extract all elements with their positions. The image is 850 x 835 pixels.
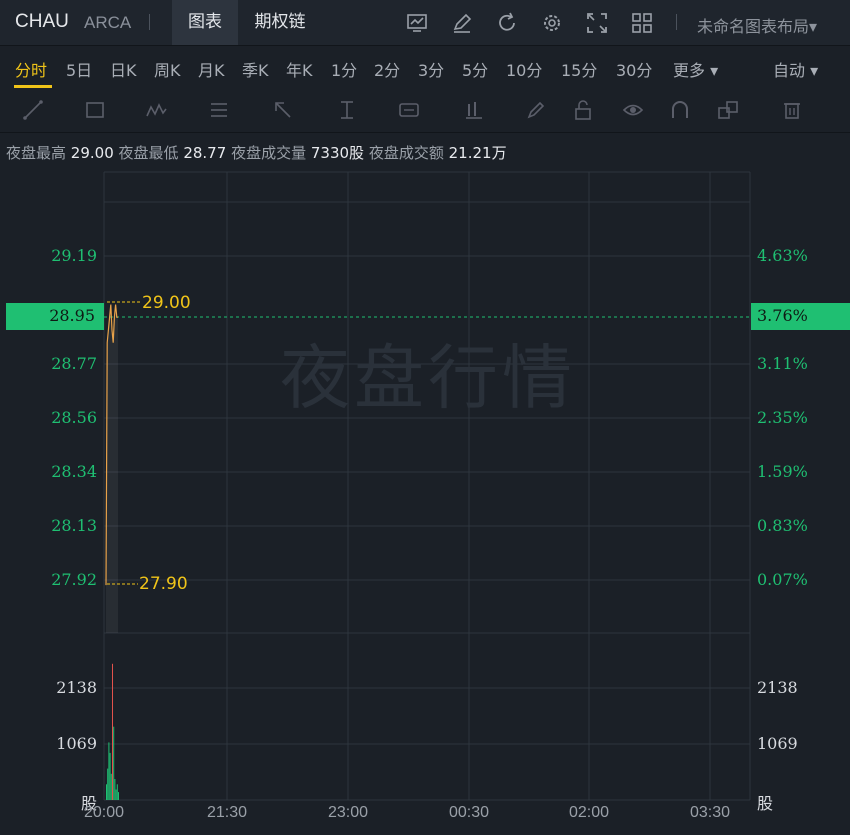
time-tick: 00:30 — [448, 804, 490, 821]
watermark: 夜盘行情 — [280, 337, 576, 419]
percent-tick: 1.59% — [757, 462, 808, 481]
price-tick: 28.77 — [51, 354, 97, 373]
volume-tick: 2138 — [56, 678, 97, 697]
current-price-value: 28.95 — [49, 306, 95, 325]
volume-tick: 2138 — [757, 678, 798, 697]
volume-tick: 1069 — [757, 734, 798, 753]
volume-bar — [116, 784, 118, 800]
volume-bar — [114, 779, 116, 800]
percent-tick: 0.07% — [757, 570, 808, 589]
volume-bar — [108, 742, 110, 800]
volume-unit: 股 — [80, 794, 97, 813]
price-tick: 27.92 — [51, 570, 97, 589]
volume-bar — [107, 768, 109, 800]
price-tick: 28.56 — [51, 408, 97, 427]
volume-bar — [110, 773, 112, 800]
volume-bar — [118, 792, 119, 800]
volume-bar — [115, 789, 117, 800]
volume-bar — [106, 784, 107, 800]
current-percent-badge: 3.76% — [751, 303, 850, 330]
volume-tick: 1069 — [56, 734, 97, 753]
low-marker-label: 27.90 — [139, 574, 188, 594]
percent-tick: 0.83% — [757, 516, 808, 535]
price-tick: 29.19 — [51, 246, 97, 265]
percent-tick: 2.35% — [757, 408, 808, 427]
price-tick: 28.13 — [51, 516, 97, 535]
volume-bar — [112, 663, 113, 800]
current-price-badge: 28.95 — [6, 303, 104, 330]
percent-tick: 3.11% — [757, 354, 808, 373]
volume-bar — [113, 726, 115, 800]
time-tick: 03:30 — [689, 804, 731, 821]
volume-series — [106, 663, 119, 800]
percent-tick: 4.63% — [757, 246, 808, 265]
current-percent-value: 3.76% — [757, 306, 808, 325]
time-tick: 21:30 — [206, 804, 248, 821]
price-tick: 28.34 — [51, 462, 97, 481]
volume-unit: 股 — [757, 794, 774, 813]
time-tick: 20:00 — [83, 804, 125, 821]
time-tick: 02:00 — [568, 804, 610, 821]
time-tick: 23:00 — [327, 804, 369, 821]
volume-bar — [109, 752, 111, 800]
high-marker-label: 29.00 — [142, 293, 191, 313]
